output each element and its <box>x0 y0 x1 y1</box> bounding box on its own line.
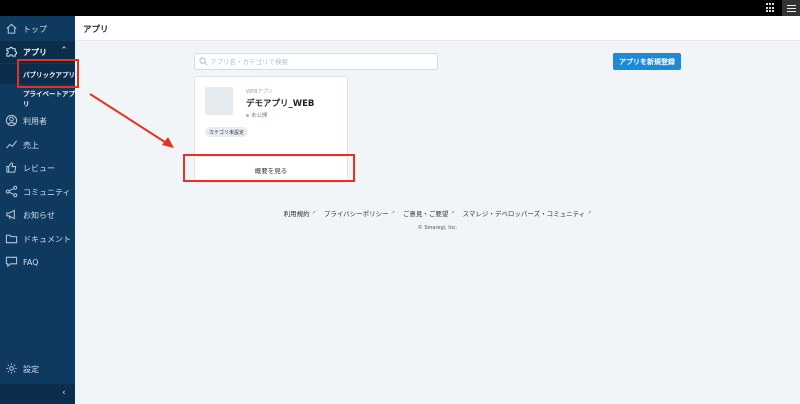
annotation-arrow <box>89 93 174 148</box>
external-link-icon: ↗ <box>390 210 395 216</box>
footer-link-feedback[interactable]: ご意見・ご要望 ↗ <box>403 208 455 218</box>
external-link-icon: ↗ <box>311 210 316 216</box>
external-link-icon: ↗ <box>587 210 592 216</box>
footer-link-label: 利用規約 <box>283 210 310 218</box>
footer-links: 利用規約 ↗ プライバシーポリシー ↗ ご意見・ご要望 ↗ スマレジ・デベロッパーズ・… <box>0 208 800 218</box>
footer-link-label: ご意見・ご要望 <box>402 210 449 218</box>
footer-link-privacy[interactable]: プライバシーポリシー ↗ <box>324 208 395 218</box>
external-link-icon: ↗ <box>450 210 455 216</box>
footer-link-terms[interactable]: 利用規約 ↗ <box>284 208 316 218</box>
footer-link-label: プライバシーポリシー <box>323 210 389 218</box>
footer-link-community[interactable]: スマレジ・デベロッパーズ・コミュニティ ↗ <box>463 208 592 218</box>
footer-link-label: スマレジ・デベロッパーズ・コミュニティ <box>462 210 586 218</box>
copyright: © Smaregi, Inc. <box>417 225 458 231</box>
